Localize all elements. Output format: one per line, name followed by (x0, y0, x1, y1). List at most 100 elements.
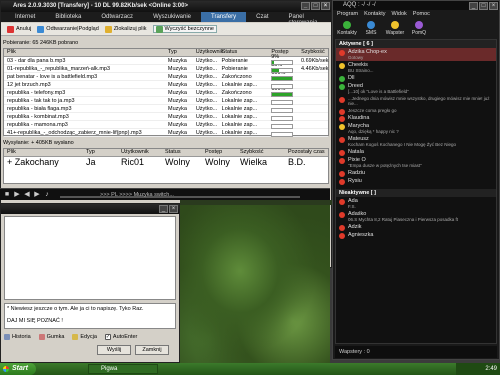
taskbar-button-pigwa[interactable]: Pigwa (88, 364, 158, 374)
tab-sms[interactable]: SMS (361, 21, 381, 38)
menu-kontakty[interactable]: Kontakty (364, 11, 385, 20)
autoenter-label: AutoEnter (112, 333, 138, 340)
table-row[interactable]: republika - telefony.mp3 Muzyka Użytko... Z… (4, 86, 328, 97)
minimize-button[interactable]: _ (159, 205, 168, 213)
volume-icon[interactable]: ♪ (43, 191, 51, 199)
tab-kontakty[interactable]: Kontakty (337, 21, 357, 38)
contact-item[interactable]: Marycha Aqo, dzięką * happy nic ? (336, 122, 496, 135)
close-button[interactable]: × (169, 205, 178, 213)
next-icon[interactable]: ▶ (33, 191, 41, 199)
contact-item[interactable]: Agnieszka (336, 231, 496, 239)
menu-widok[interactable]: Widok (392, 11, 407, 20)
tab-wapster[interactable]: Wapster (385, 21, 405, 38)
play-icon[interactable]: ▶ (13, 191, 21, 199)
contact-item[interactable]: Ada F.S. (336, 197, 496, 210)
chat-message-input[interactable]: * Niewiesz jeszcze o tym. Ale ja ci to n… (4, 303, 176, 329)
close-chat-button[interactable]: Zamknij (135, 345, 169, 355)
minimize-button[interactable]: _ (301, 2, 310, 10)
contact-status: Kocham Kogoś Kochanego I Nie Mogę Żyć Be… (348, 142, 457, 147)
seek-slider[interactable] (60, 196, 300, 198)
presence-icon (339, 179, 345, 185)
column-header[interactable]: Pozostały czas (288, 149, 328, 156)
tab-panel-sterowania[interactable]: Panel sterowania (279, 12, 332, 26)
minimize-button[interactable]: _ (469, 2, 478, 10)
tab-biblioteka[interactable]: Biblioteka (45, 12, 91, 22)
tab-czat[interactable]: Czat (246, 12, 278, 22)
contact-item[interactable]: Rysiu (336, 177, 496, 185)
column-header[interactable]: Plik (4, 149, 86, 156)
group-inactive[interactable]: Nieaktywne [ ] (336, 189, 496, 197)
column-header[interactable]: Postęp (205, 149, 240, 156)
tab-pomq[interactable]: PomQ (409, 21, 429, 38)
stop-icon[interactable]: ■ (3, 191, 11, 199)
group-active[interactable]: Aktywne [ 6 ] (336, 40, 496, 48)
contacts-icon (343, 21, 351, 29)
edit-button[interactable]: Edycja (72, 333, 97, 340)
upload-row[interactable]: + Zakochany Ja Ric01 Wolny Wolny Wielka … (4, 157, 328, 167)
download-type: Muzyka (168, 81, 187, 88)
table-row[interactable]: 12 jet brzuch.mp3 Muzyka Użytko... Lokalnie… (4, 81, 328, 89)
prev-icon[interactable]: ◀ (23, 191, 31, 199)
menu-pomoc[interactable]: Pomoc (413, 11, 430, 20)
contact-item[interactable]: Dreed [...10] ok "Love is a Battlefield" (336, 82, 496, 95)
clear-idle-button[interactable]: Wyczyść bezczynne (152, 25, 217, 33)
download-status: Lokalnie zap... (221, 105, 258, 112)
contact-item[interactable]: Mateusz Kocham Kogoś Kochanego I Nie Mogę… (336, 135, 496, 148)
eraser-button[interactable]: Gumka (38, 333, 65, 340)
column-header[interactable]: Szybkość (301, 49, 328, 56)
column-header[interactable]: Typ (168, 49, 196, 56)
column-header[interactable]: Status (165, 149, 205, 156)
table-row[interactable]: 41+-republika_-_odchodząc_zabierz_mnie-l… (4, 129, 328, 137)
table-row[interactable]: 01-republika_-_republika_marzeń-alk.mp3 M… (4, 62, 329, 73)
column-header[interactable]: Użytkownik (196, 49, 224, 56)
start-button[interactable]: Start (0, 363, 36, 375)
tab-transfery[interactable]: Transfery (201, 12, 247, 22)
contact-status: 06.S Mychta 8,2 Ratuj Piaseczna i Pierws… (348, 217, 459, 222)
locate-file-button[interactable]: Zlokalizuj plik (104, 25, 147, 33)
column-header[interactable]: Plik (4, 49, 168, 56)
contact-item[interactable]: Adzik (336, 223, 496, 231)
contact-item[interactable]: Adaśko 06.S Mychta 8,2 Ratuj Piaseczna i … (336, 210, 496, 223)
download-status: Zakończono (221, 73, 252, 80)
table-row[interactable]: republika - tak tak to ja.mp3 Muzyka Użytk… (4, 97, 328, 105)
tab-internet[interactable]: Internet (5, 12, 45, 22)
maximize-button[interactable]: □ (479, 2, 488, 10)
table-row[interactable]: pat benatar - love is a battlefield.mp3 M… (4, 70, 328, 81)
tab-odtwarzacz[interactable]: Odtwarzacz (91, 12, 143, 22)
contact-item[interactable]: ...Jednego dnia mówisz mnie wszystko, dr… (336, 95, 496, 107)
tab-wyszukiwanie[interactable]: Wyszukiwanie (143, 12, 201, 22)
column-header[interactable]: Status (222, 49, 272, 56)
contact-item[interactable]: Dll (336, 74, 496, 82)
contact-name: Rysiu (348, 178, 362, 184)
contact-item[interactable]: Radziu (336, 169, 496, 177)
contact-item[interactable]: Pixie O "Empa dusze w potężnych tse miast… (336, 156, 496, 169)
play-preview-button[interactable]: Odtwarzanie|Podgląd (37, 25, 99, 33)
progress-fill (272, 77, 293, 80)
play-preview-label: Odtwarzanie|Podgląd (46, 26, 99, 32)
presence-icon (339, 233, 345, 239)
close-button[interactable]: × (489, 2, 498, 10)
contact-item[interactable]: Adzika Chop-ex Gotowy (336, 48, 496, 61)
column-header[interactable]: Szybkość (240, 149, 288, 156)
maximize-button[interactable]: □ (311, 2, 320, 10)
contact-item[interactable]: Natala (336, 148, 496, 156)
contact-item[interactable]: Cheekis BU Straino... (336, 61, 496, 74)
autoenter-checkbox[interactable]: ✓ AutoEnter (104, 333, 138, 340)
cancel-button[interactable]: Anuluj (7, 25, 31, 33)
download-type: Muzyka (168, 121, 187, 128)
table-row[interactable]: republika - kombinat.mp3 Muzyka Użytko... L… (4, 113, 328, 121)
presence-icon (339, 137, 345, 143)
checkbox-icon: ✓ (104, 333, 111, 340)
table-row[interactable]: 03 - dar dla pana b.mp3 Muzyka Użytko... Po… (4, 54, 329, 65)
table-row[interactable]: republika - mamona.mp3 Muzyka Użytko... Lok… (4, 121, 328, 129)
eraser-label: Gumka (46, 333, 65, 340)
close-button[interactable]: × (321, 2, 330, 10)
contact-item[interactable]: Jeszcze coma pregło go (336, 107, 496, 115)
history-button[interactable]: Historia (4, 333, 31, 340)
send-button[interactable]: Wyślij (97, 345, 131, 355)
column-header[interactable]: Typ (86, 149, 121, 156)
menu-program[interactable]: Program (337, 11, 358, 20)
column-header[interactable]: Użytkownik (121, 149, 165, 156)
table-row[interactable]: republika - biała flaga.mp3 Muzyka Użytko.… (4, 105, 328, 113)
contact-item[interactable]: Klaudina (336, 114, 496, 122)
